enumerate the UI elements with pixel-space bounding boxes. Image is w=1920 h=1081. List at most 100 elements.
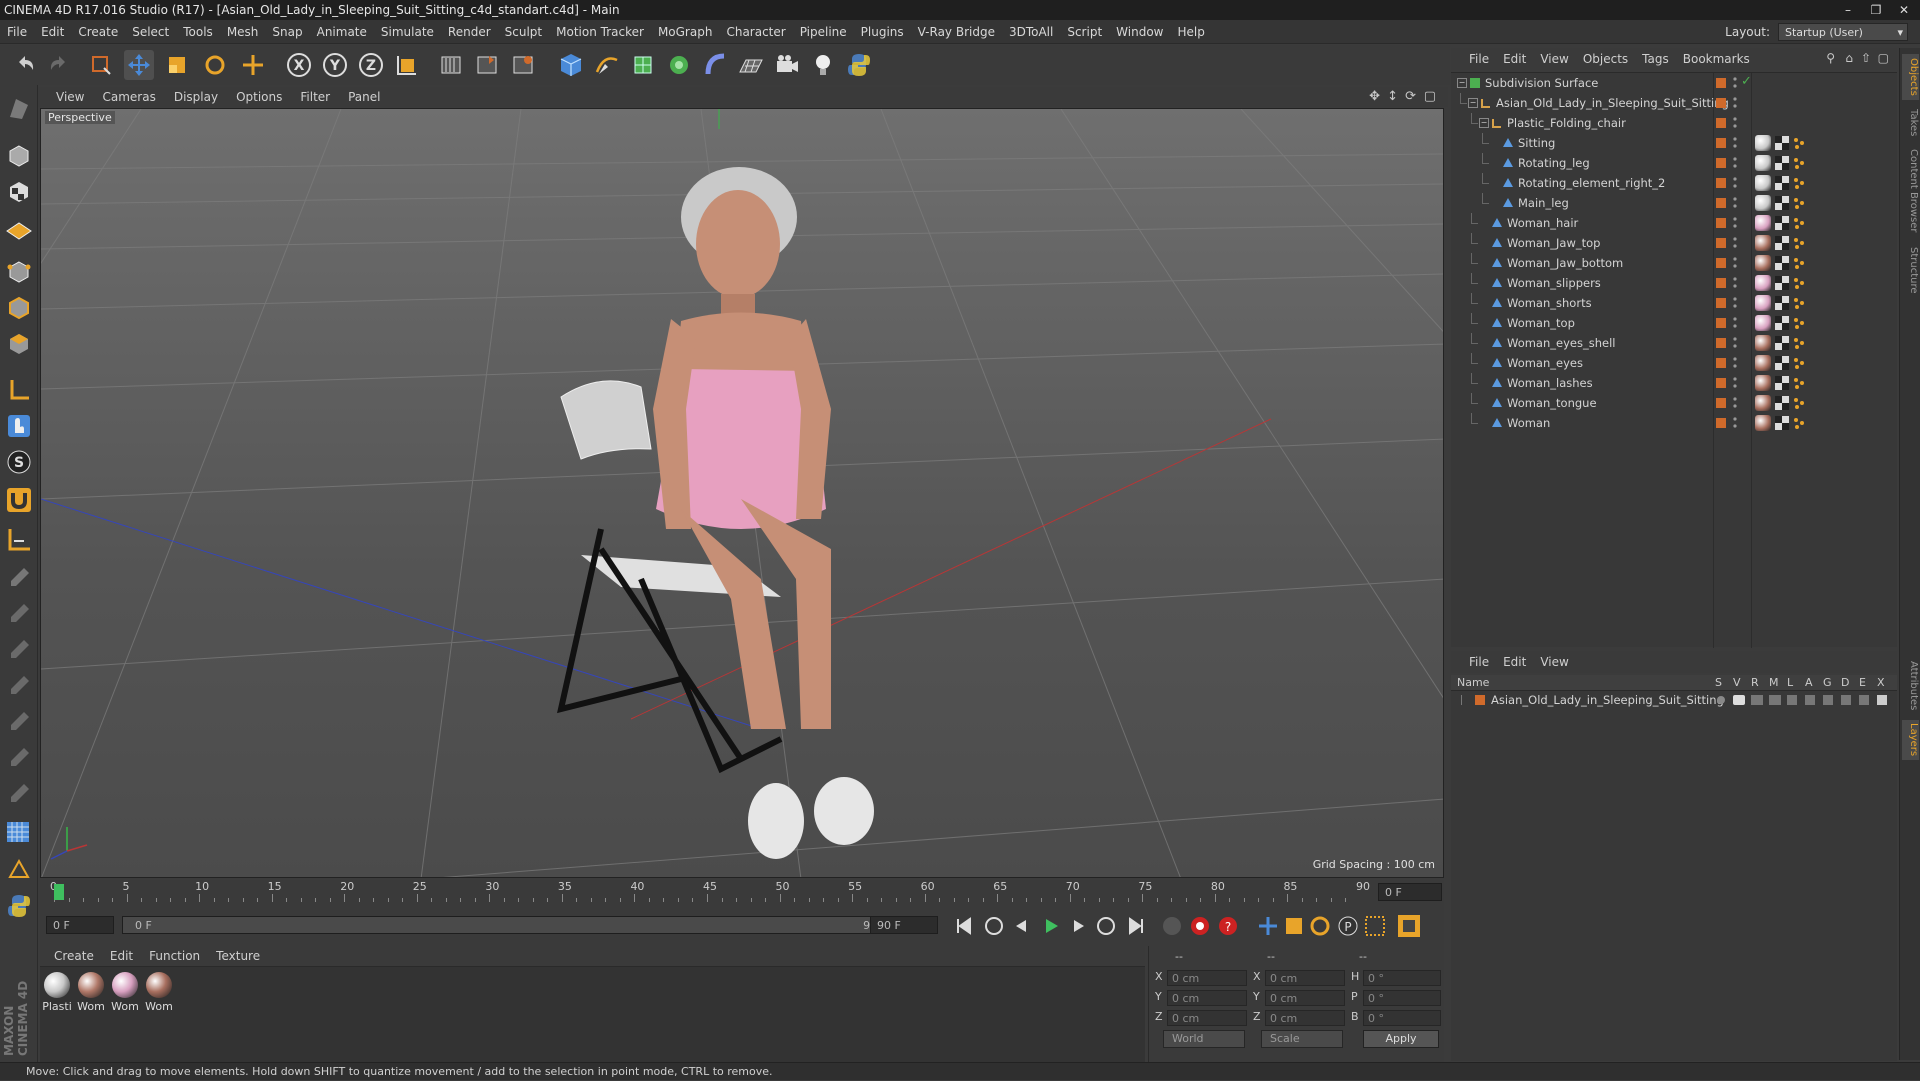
texture-tag-icon[interactable] bbox=[1775, 376, 1789, 390]
layer-color-swatch[interactable] bbox=[1716, 298, 1726, 308]
texture-tag-icon[interactable] bbox=[1775, 276, 1789, 290]
layer-animation-icon[interactable] bbox=[1805, 695, 1815, 705]
record-keys-icon[interactable] bbox=[1163, 917, 1181, 935]
play-forward-icon[interactable] bbox=[1046, 919, 1058, 933]
object-row[interactable]: − Plastic_Folding_chair bbox=[1451, 113, 1897, 133]
menu-animate[interactable]: Animate bbox=[310, 20, 374, 44]
layer-color-swatch[interactable] bbox=[1716, 98, 1726, 108]
uvw-tag-icon[interactable] bbox=[1793, 297, 1805, 309]
floor-environment-button[interactable] bbox=[736, 50, 766, 80]
texture-tag-icon[interactable] bbox=[1775, 336, 1789, 350]
python-icon[interactable] bbox=[844, 50, 874, 80]
undo-button[interactable] bbox=[10, 50, 40, 80]
material-tag-icon[interactable] bbox=[1755, 295, 1771, 311]
object-row[interactable]: Woman_eyes bbox=[1451, 353, 1897, 373]
layer-color-swatch[interactable] bbox=[1716, 318, 1726, 328]
edges-mode-icon[interactable] bbox=[4, 293, 34, 323]
position-y-field[interactable]: 0 cm bbox=[1167, 990, 1247, 1006]
size-y-field[interactable]: 0 cm bbox=[1265, 990, 1345, 1006]
material-tag-icon[interactable] bbox=[1755, 175, 1771, 191]
layer-color-swatch[interactable] bbox=[1716, 378, 1726, 388]
menu-render[interactable]: Render bbox=[441, 20, 498, 44]
y-axis-lock-button[interactable]: Y bbox=[320, 50, 350, 80]
viewport-maximize-icon[interactable]: ▢ bbox=[1424, 89, 1436, 104]
layers-menu-view[interactable]: View bbox=[1533, 651, 1575, 673]
start-frame-field[interactable]: 0 F bbox=[46, 916, 114, 934]
uvw-tag-icon[interactable] bbox=[1793, 197, 1805, 209]
layer-color-swatch[interactable] bbox=[1716, 258, 1726, 268]
uvw-tag-icon[interactable] bbox=[1793, 137, 1805, 149]
visibility-dots-icon[interactable] bbox=[1733, 76, 1737, 90]
camera-button[interactable] bbox=[772, 50, 802, 80]
object-row[interactable]: Woman_Jaw_top bbox=[1451, 233, 1897, 253]
texture-tag-icon[interactable] bbox=[1775, 136, 1789, 150]
make-editable-icon[interactable] bbox=[4, 93, 34, 123]
live-selection-button[interactable] bbox=[86, 50, 116, 80]
sculpt-brush-icon[interactable] bbox=[4, 563, 34, 593]
apply-button[interactable]: Apply bbox=[1363, 1030, 1439, 1048]
snap-toggle-icon[interactable]: S bbox=[4, 447, 34, 477]
key-position-icon[interactable] bbox=[1259, 917, 1277, 935]
size-x-field[interactable]: 0 cm bbox=[1265, 970, 1345, 986]
object-row[interactable]: − Asian_Old_Lady_in_Sleeping_Suit_Sitting bbox=[1451, 93, 1897, 113]
material-swatch[interactable]: Plasti bbox=[42, 970, 72, 1013]
objects-menu-objects[interactable]: Objects bbox=[1576, 48, 1635, 70]
move-tool-button[interactable] bbox=[124, 50, 154, 80]
layer-color-swatch[interactable] bbox=[1716, 338, 1726, 348]
go-to-start-icon[interactable] bbox=[952, 914, 976, 938]
visibility-dots-icon[interactable] bbox=[1733, 116, 1737, 130]
uvw-tag-icon[interactable] bbox=[1793, 337, 1805, 349]
visibility-dots-icon[interactable] bbox=[1733, 276, 1737, 290]
size-mode-dropdown[interactable]: Scale bbox=[1261, 1030, 1343, 1048]
recent-tools-button[interactable] bbox=[238, 50, 268, 80]
menu-select[interactable]: Select bbox=[125, 20, 176, 44]
viewport-rotate-icon[interactable]: ⟳ bbox=[1405, 89, 1416, 104]
light-bulb-icon[interactable] bbox=[808, 50, 838, 80]
uvw-tag-icon[interactable] bbox=[1793, 317, 1805, 329]
layout-dropdown[interactable]: Startup (User) ▾ bbox=[1778, 23, 1908, 41]
render-to-picture-viewer-button[interactable] bbox=[472, 50, 502, 80]
menu-file[interactable]: File bbox=[0, 20, 34, 44]
key-parameter-icon[interactable]: P bbox=[1338, 916, 1358, 936]
visibility-dots-icon[interactable] bbox=[1733, 376, 1737, 390]
texture-tag-icon[interactable] bbox=[1775, 216, 1789, 230]
layer-color-swatch[interactable] bbox=[1716, 138, 1726, 148]
object-row[interactable]: Woman_hair bbox=[1451, 213, 1897, 233]
material-tag-icon[interactable] bbox=[1755, 415, 1771, 431]
object-row[interactable]: Sitting bbox=[1451, 133, 1897, 153]
preview-range-slider[interactable]: 0 F 90 F bbox=[122, 916, 902, 934]
layers-menu-file[interactable]: File bbox=[1451, 651, 1496, 673]
sculpt-inflate-icon[interactable] bbox=[4, 743, 34, 773]
object-row[interactable]: Woman_Jaw_bottom bbox=[1451, 253, 1897, 273]
autokeying-icon[interactable] bbox=[1191, 917, 1209, 935]
visibility-dots-icon[interactable] bbox=[1733, 176, 1737, 190]
layer-color-swatch[interactable] bbox=[1716, 358, 1726, 368]
texture-tag-icon[interactable] bbox=[1775, 236, 1789, 250]
uvw-tag-icon[interactable] bbox=[1793, 177, 1805, 189]
side-tab-structure[interactable]: Structure bbox=[1902, 242, 1919, 298]
material-swatch[interactable]: Wom bbox=[76, 970, 106, 1013]
current-frame-field[interactable]: 0 F bbox=[1378, 883, 1442, 901]
layer-xref-icon[interactable] bbox=[1877, 695, 1887, 705]
rotation-h-field[interactable]: 0 ° bbox=[1363, 970, 1441, 986]
search-icon[interactable]: ⚲ bbox=[1826, 51, 1835, 65]
layer-color-swatch[interactable] bbox=[1475, 695, 1485, 705]
texture-tag-icon[interactable] bbox=[1775, 296, 1789, 310]
material-tag-icon[interactable] bbox=[1755, 215, 1771, 231]
layer-color-swatch[interactable] bbox=[1716, 278, 1726, 288]
mograph-cloner-button[interactable] bbox=[664, 50, 694, 80]
viewport-move-icon[interactable]: ✥ bbox=[1369, 89, 1380, 104]
deformer-bend-button[interactable] bbox=[700, 50, 730, 80]
z-axis-lock-button[interactable]: Z bbox=[356, 50, 386, 80]
timeline-window-icon[interactable] bbox=[1398, 915, 1420, 937]
material-menu-edit[interactable]: Edit bbox=[102, 946, 141, 966]
subdivision-surface-button[interactable] bbox=[628, 50, 658, 80]
visibility-dots-icon[interactable] bbox=[1733, 336, 1737, 350]
layer-color-swatch[interactable] bbox=[1716, 218, 1726, 228]
key-rotation-icon[interactable] bbox=[1310, 916, 1330, 936]
layer-color-swatch[interactable] bbox=[1716, 178, 1726, 188]
workplane-mode-icon[interactable] bbox=[4, 213, 34, 243]
coordinate-mode-dropdown[interactable]: World bbox=[1163, 1030, 1245, 1048]
material-tag-icon[interactable] bbox=[1755, 395, 1771, 411]
layer-color-swatch[interactable] bbox=[1716, 158, 1726, 168]
